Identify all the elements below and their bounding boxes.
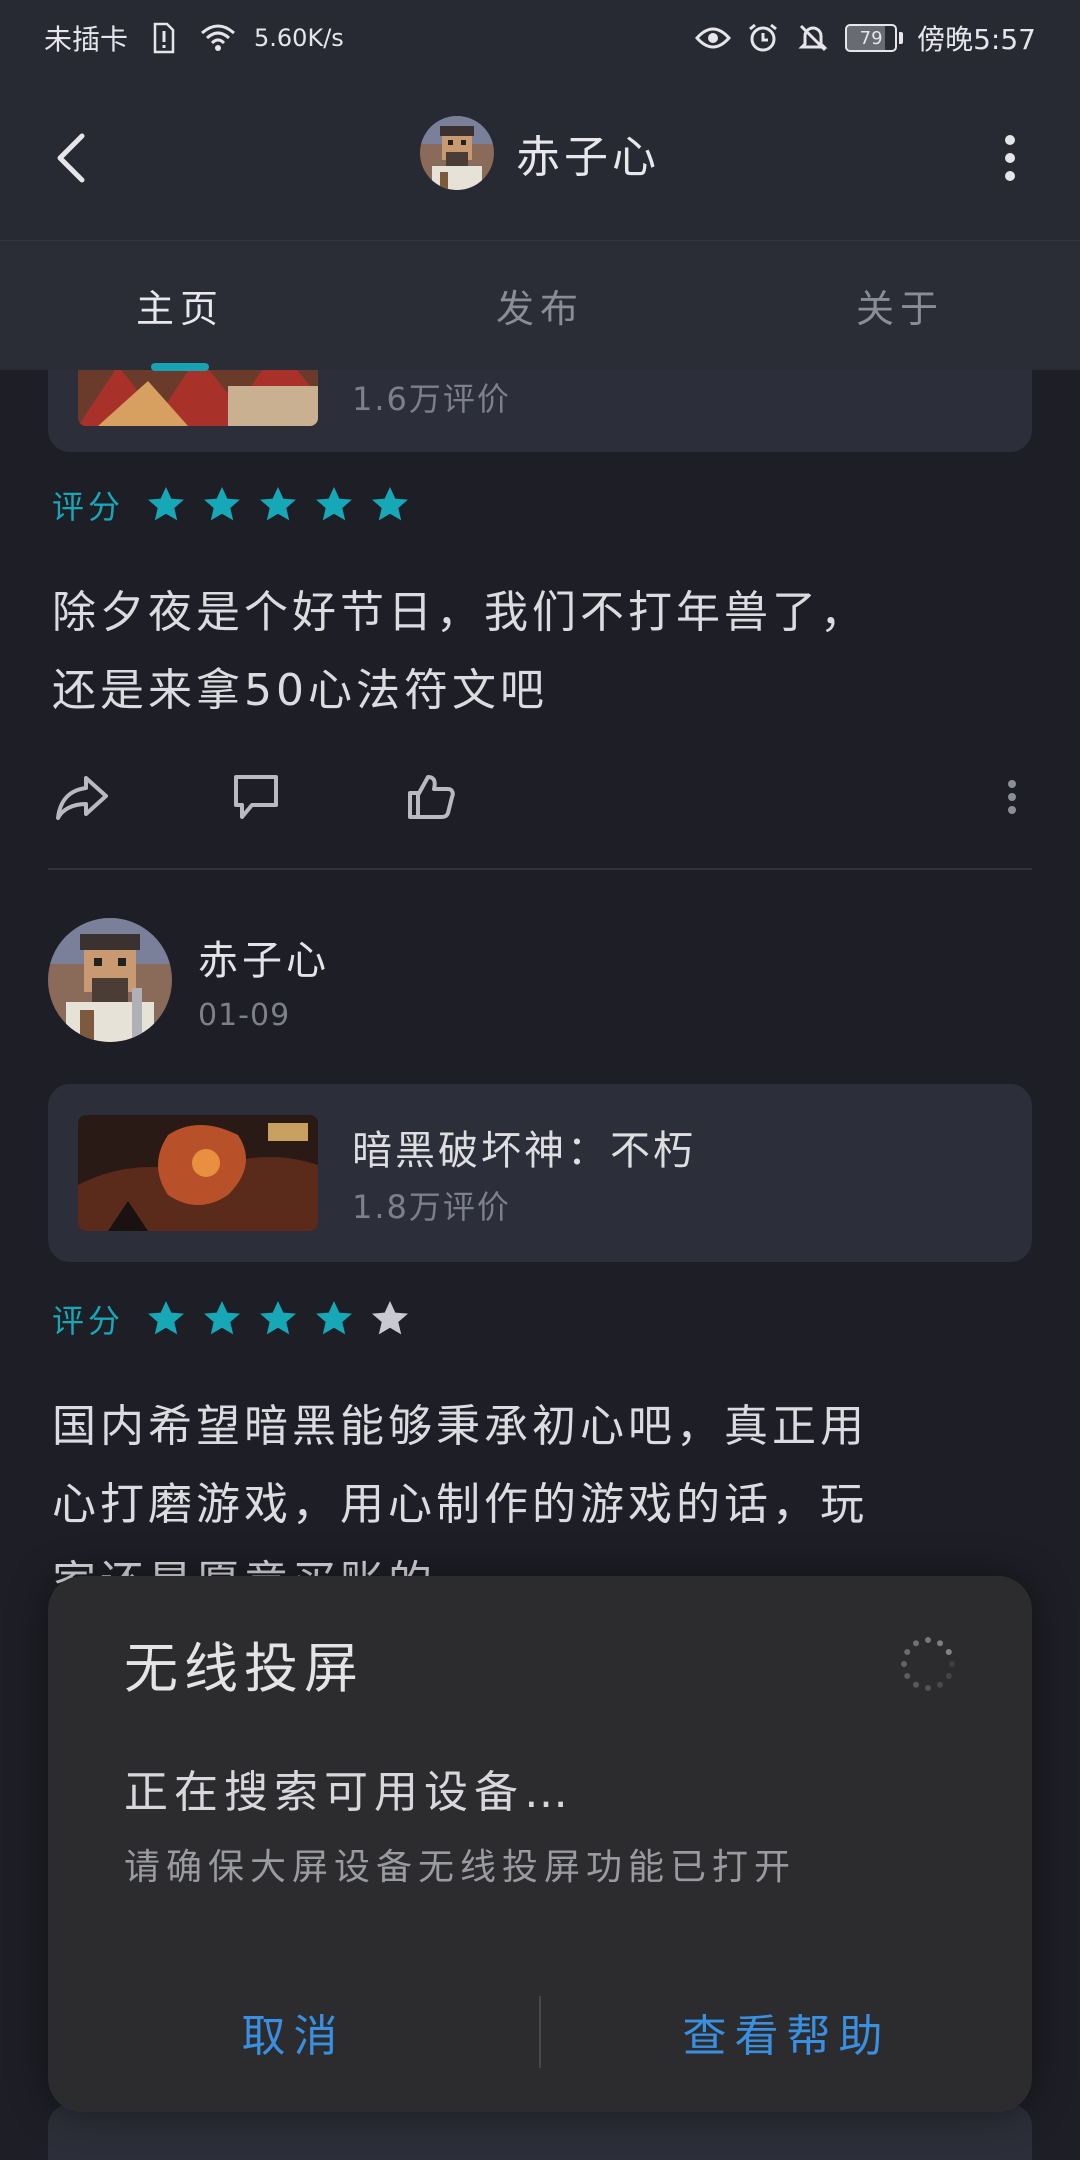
comment-button[interactable] [226, 767, 286, 827]
page-title: 赤子心 [516, 132, 660, 183]
tab-label: 主页 [135, 287, 224, 331]
share-button[interactable] [52, 767, 112, 827]
review-line: 除夕夜是个好节日，我们不打年兽了， [52, 587, 868, 638]
author-name: 赤子心 [198, 937, 330, 984]
sim-alert-icon [146, 20, 182, 56]
rating-row: 评分 [52, 1296, 410, 1342]
avatar[interactable] [48, 918, 172, 1042]
profile-avatar[interactable] [420, 116, 494, 190]
wireless-projection-dialog: 无线投屏 正在搜索可用设备… 请确保大屏设备无线投屏功能已打开 取消 查看帮助 [48, 1576, 1032, 2112]
dialog-title: 无线投屏 [124, 1637, 364, 1700]
battery-level: 79 [859, 27, 883, 49]
post-more-button[interactable] [992, 767, 1032, 827]
star-empty-icon [372, 1301, 409, 1335]
star-filled-icon [260, 1301, 297, 1335]
game-card[interactable]: 1.6万评价 [48, 370, 1032, 452]
comment-icon [234, 775, 278, 819]
game-thumbnail [78, 370, 318, 426]
game-review-count: 1.8万评价 [352, 1188, 511, 1226]
star-filled-icon [148, 1301, 185, 1335]
review-line: 心打磨游戏，用心制作的游戏的话，玩 [52, 1479, 868, 1530]
rating-row: 评分 [52, 482, 410, 528]
back-button[interactable] [40, 126, 104, 190]
more-options-button[interactable] [986, 126, 1034, 190]
more-vertical-icon [1008, 780, 1016, 814]
share-icon [56, 776, 108, 820]
star-filled-icon [316, 487, 353, 521]
more-vertical-icon [1005, 135, 1015, 181]
mute-bell-icon [795, 20, 831, 56]
post-actions [52, 762, 1032, 832]
star-filled-icon [204, 487, 241, 521]
star-filled-icon [372, 487, 409, 521]
rating-label: 评分 [52, 488, 125, 526]
star-filled-icon [260, 487, 297, 521]
game-thumbnail [78, 1115, 318, 1231]
author-row[interactable]: 赤子心 01-09 [48, 918, 330, 1042]
game-card[interactable]: 暗黑破坏神：不朽 1.8万评价 [48, 1084, 1032, 1262]
tab-posts[interactable]: 发布 [360, 241, 720, 370]
eye-comfort-icon [695, 20, 732, 56]
alarm-icon [745, 20, 781, 56]
wifi-icon [200, 20, 236, 56]
dialog-hint: 请确保大屏设备无线投屏功能已打开 [124, 1847, 797, 1888]
view-help-button[interactable]: 查看帮助 [541, 2000, 1032, 2064]
star-filled-icon [148, 487, 185, 521]
dialog-status: 正在搜索可用设备… [124, 1767, 574, 1818]
carrier-text: 未插卡 [44, 23, 129, 56]
star-rating [146, 485, 410, 525]
loading-spinner-icon [898, 1634, 958, 1694]
tab-label: 关于 [855, 287, 944, 331]
clock-text: 傍晚5:57 [917, 23, 1036, 56]
tab-indicator [151, 363, 209, 371]
like-button[interactable] [400, 767, 460, 827]
star-rating [146, 1299, 410, 1339]
network-speed: 5.60K/s [254, 24, 344, 52]
star-filled-icon [316, 1301, 353, 1335]
tab-label: 发布 [495, 287, 584, 331]
review-line: 国内希望暗黑能够秉承初心吧，真正用 [52, 1401, 868, 1452]
review-line: 还是来拿50心法符文吧 [52, 665, 548, 716]
rating-label: 评分 [52, 1302, 125, 1340]
divider [48, 868, 1032, 870]
game-name: 暗黑破坏神：不朽 [352, 1128, 696, 1174]
review-text[interactable]: 除夕夜是个好节日，我们不打年兽了， 还是来拿50心法符文吧 [52, 574, 1012, 730]
app-bar: 赤子心 [0, 76, 1080, 240]
star-filled-icon [204, 1301, 241, 1335]
tab-about[interactable]: 关于 [720, 241, 1080, 370]
game-review-count: 1.6万评价 [352, 380, 511, 418]
post-date: 01-09 [198, 997, 291, 1033]
cancel-button[interactable]: 取消 [48, 2000, 539, 2064]
battery-icon: 79 [845, 24, 904, 52]
tab-home[interactable]: 主页 [0, 241, 360, 371]
thumbs-up-icon [408, 775, 455, 819]
game-card[interactable] [48, 2104, 1032, 2160]
back-arrow-icon [57, 133, 85, 183]
tab-bar: 主页 发布 关于 [0, 240, 1080, 371]
status-bar: 未插卡 5.60K/s 79 傍晚5:57 [0, 0, 1080, 76]
